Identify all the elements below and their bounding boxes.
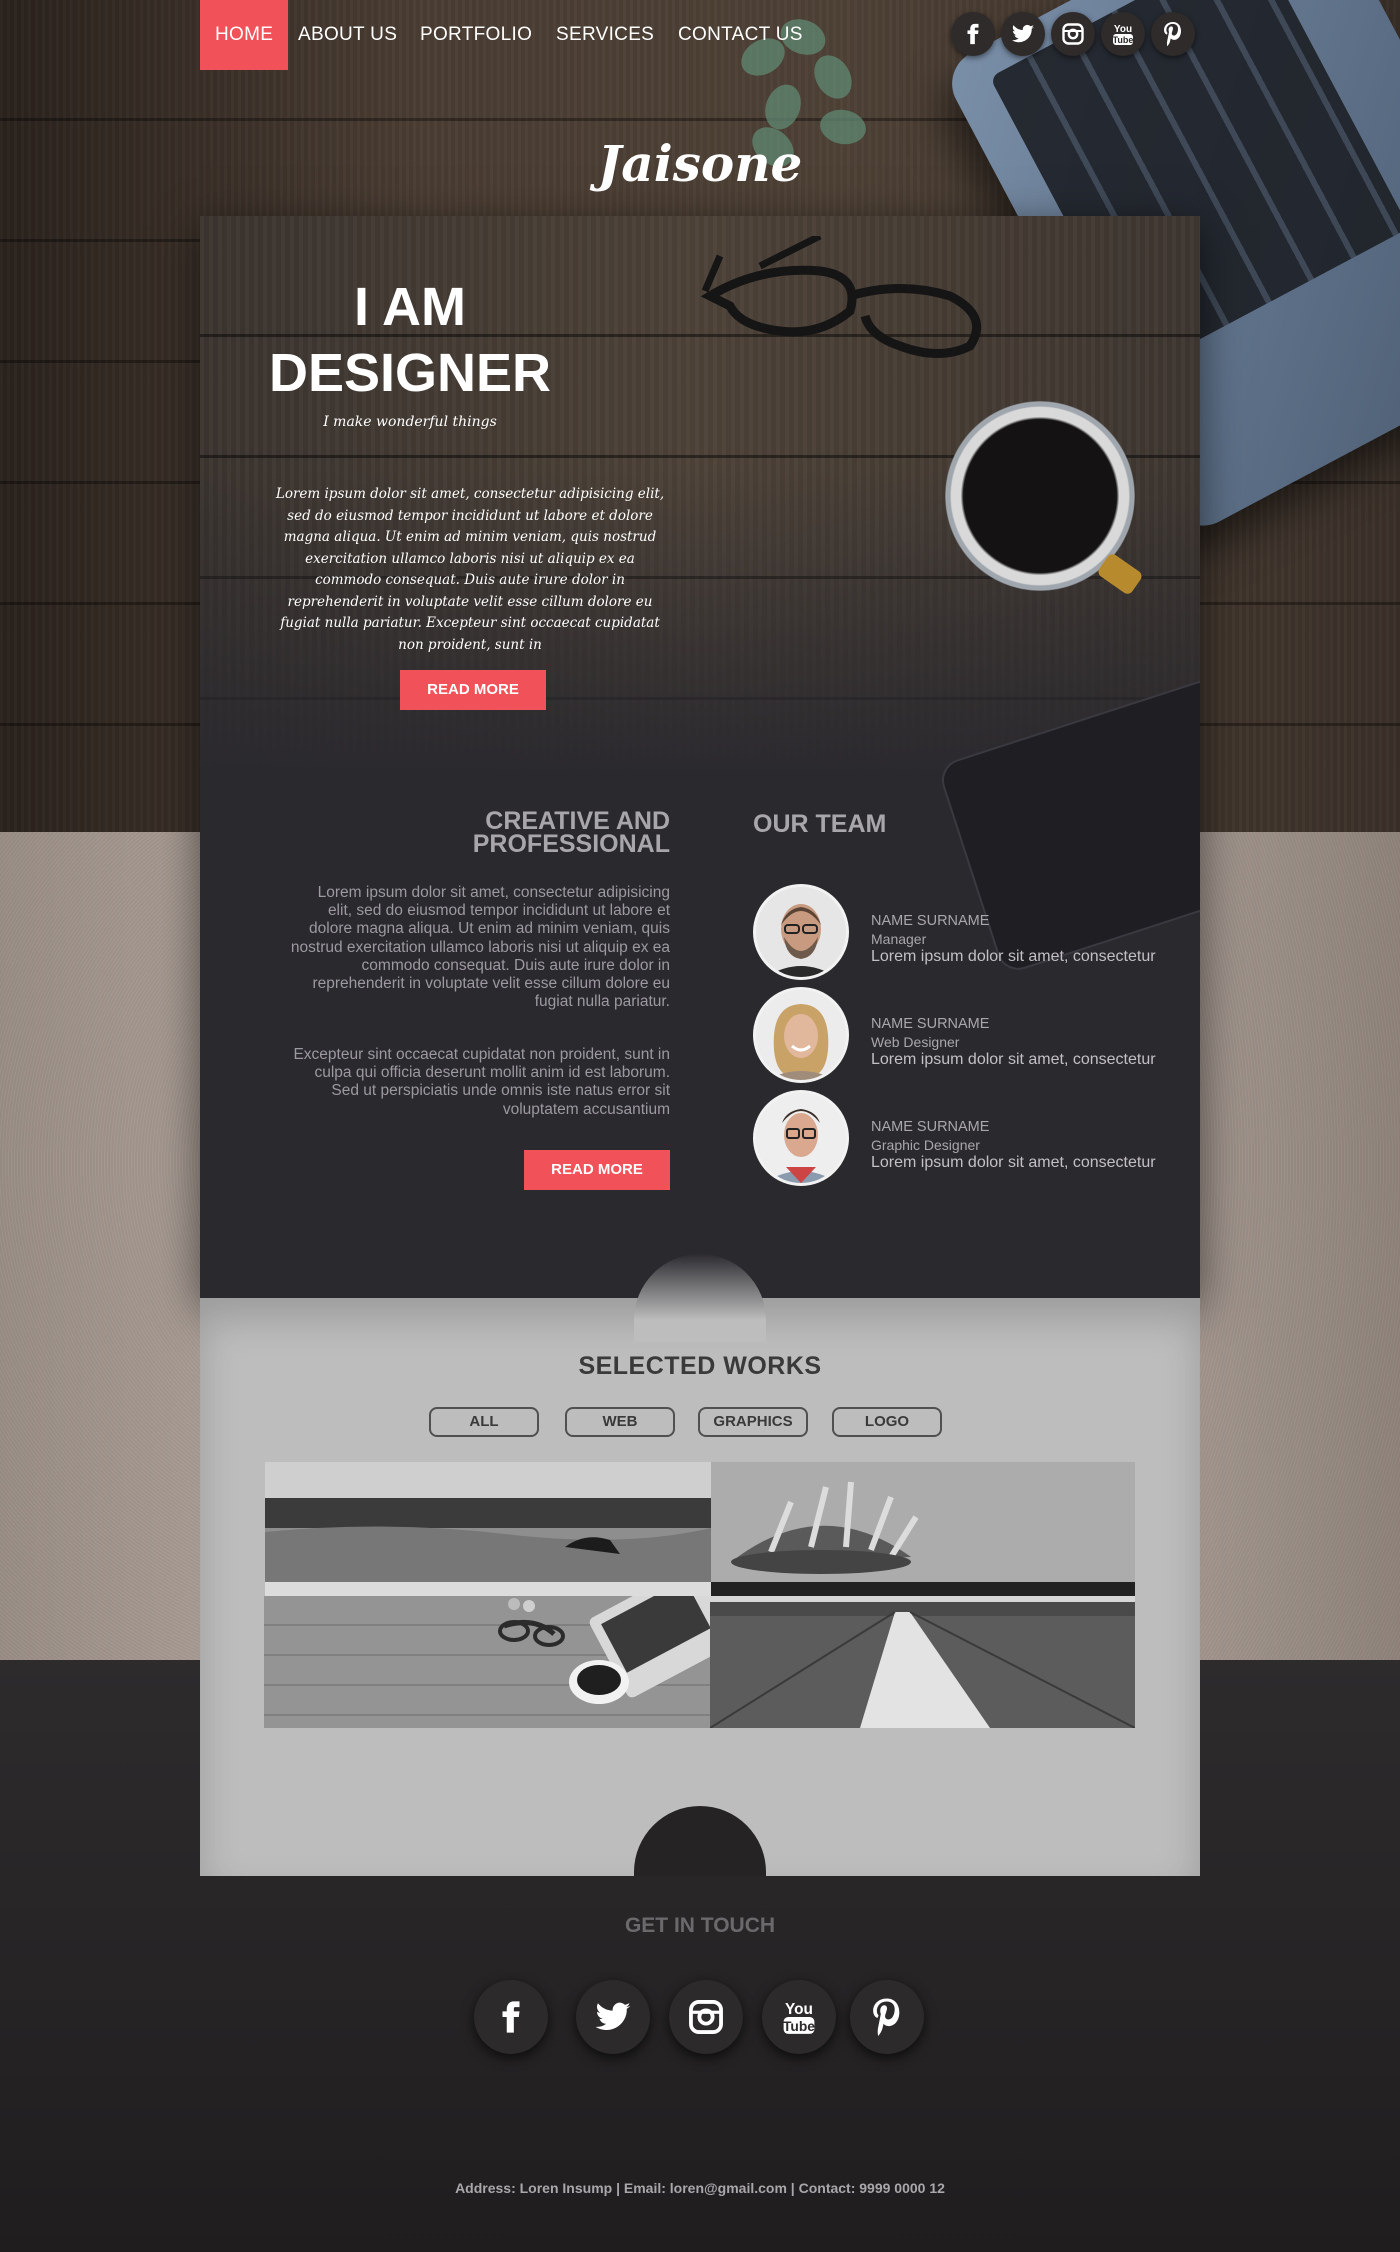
- nav-services[interactable]: SERVICES: [556, 0, 654, 70]
- team-member: NAME SURNAME Graphic Designer Lorem ipsu…: [753, 1090, 1193, 1186]
- member-role: Graphic Designer: [871, 1137, 980, 1153]
- site-logo[interactable]: Jaisone: [0, 134, 1400, 193]
- svg-text:You: You: [1114, 24, 1132, 35]
- filter-logo-button[interactable]: LOGO: [832, 1407, 942, 1437]
- nav-portfolio[interactable]: PORTFOLIO: [420, 0, 532, 70]
- member-name: NAME SURNAME: [871, 1016, 990, 1032]
- filter-web-button[interactable]: WEB: [565, 1407, 675, 1437]
- member-role: Manager: [871, 931, 927, 947]
- pinterest-icon[interactable]: [850, 1980, 924, 2054]
- filter-all-button[interactable]: ALL: [429, 1407, 539, 1437]
- avatar: [753, 1090, 849, 1186]
- team-member: NAME SURNAME Manager Lorem ipsum dolor s…: [753, 884, 1193, 980]
- main-card: I AM DESIGNER I make wonderful things Lo…: [200, 216, 1200, 1298]
- youtube-icon[interactable]: You Tube: [1101, 12, 1145, 56]
- creative-paragraph-1: Lorem ipsum dolor sit amet, consectetur …: [290, 884, 670, 1011]
- member-text: Lorem ipsum dolor sit amet, consectetur: [871, 948, 1156, 965]
- member-role: Web Designer: [871, 1034, 960, 1050]
- hero-title-line1: I AM: [354, 277, 466, 337]
- svg-text:Tube: Tube: [1113, 35, 1134, 45]
- twitter-icon[interactable]: [576, 1980, 650, 2054]
- team-member: NAME SURNAME Web Designer Lorem ipsum do…: [753, 987, 1193, 1083]
- hero-title: I AM DESIGNER: [240, 274, 580, 406]
- glasses-decoration: [700, 236, 982, 358]
- team-title: OUR TEAM: [753, 810, 887, 838]
- member-text: Lorem ipsum dolor sit amet, consectetur: [871, 1051, 1156, 1068]
- footer-contact-info: Address: Loren Insump | Email: loren@gma…: [455, 2180, 945, 2196]
- member-text: Lorem ipsum dolor sit amet, consectetur: [871, 1154, 1156, 1171]
- facebook-icon[interactable]: [951, 12, 995, 56]
- portfolio-image-desk[interactable]: [264, 1596, 711, 1728]
- youtube-icon[interactable]: You Tube: [762, 1980, 836, 2054]
- pinterest-icon[interactable]: [1151, 12, 1195, 56]
- nav-about-us[interactable]: ABOUT US: [298, 0, 397, 70]
- instagram-icon[interactable]: [1051, 12, 1095, 56]
- hero-read-more-button[interactable]: READ MORE: [400, 670, 546, 710]
- twitter-icon[interactable]: [1001, 12, 1045, 56]
- instagram-icon[interactable]: [669, 1980, 743, 2054]
- avatar: [753, 987, 849, 1083]
- get-in-touch-title: GET IN TOUCH: [624, 1914, 776, 1937]
- nav-home[interactable]: HOME: [200, 0, 289, 70]
- works-title: SELECTED WORKS: [578, 1352, 822, 1380]
- avatar: [753, 884, 849, 980]
- creative-title: CREATIVE AND PROFESSIONAL: [472, 807, 670, 858]
- facebook-icon[interactable]: [474, 1980, 548, 2054]
- portfolio-image-sculpture[interactable]: [711, 1462, 1135, 1596]
- creative-paragraph-2: Excepteur sint occaecat cupidatat non pr…: [293, 1046, 670, 1118]
- portfolio-image-road[interactable]: [710, 1596, 1135, 1728]
- portfolio-image-beach[interactable]: [265, 1462, 711, 1596]
- hero-title-line2: DESIGNER: [268, 343, 552, 403]
- member-name: NAME SURNAME: [871, 913, 990, 929]
- svg-text:You: You: [785, 2001, 813, 2018]
- hero-section: I AM DESIGNER I make wonderful things Lo…: [200, 216, 1200, 976]
- nav-contact-us[interactable]: CONTACT US: [678, 0, 803, 70]
- hero-tagline: I make wonderful things: [323, 414, 497, 430]
- top-navigation: HOME ABOUT US PORTFOLIO SERVICES CONTACT…: [0, 0, 1400, 70]
- member-name: NAME SURNAME: [871, 1119, 990, 1135]
- filter-graphics-button[interactable]: GRAPHICS: [698, 1407, 808, 1437]
- selected-works-section: SELECTED WORKS ALL WEB GRAPHICS LOGO: [200, 1298, 1200, 1876]
- hero-text: Lorem ipsum dolor sit amet, consectetur …: [275, 486, 665, 653]
- svg-text:Tube: Tube: [783, 2018, 815, 2034]
- creative-read-more-button[interactable]: READ MORE: [524, 1150, 670, 1190]
